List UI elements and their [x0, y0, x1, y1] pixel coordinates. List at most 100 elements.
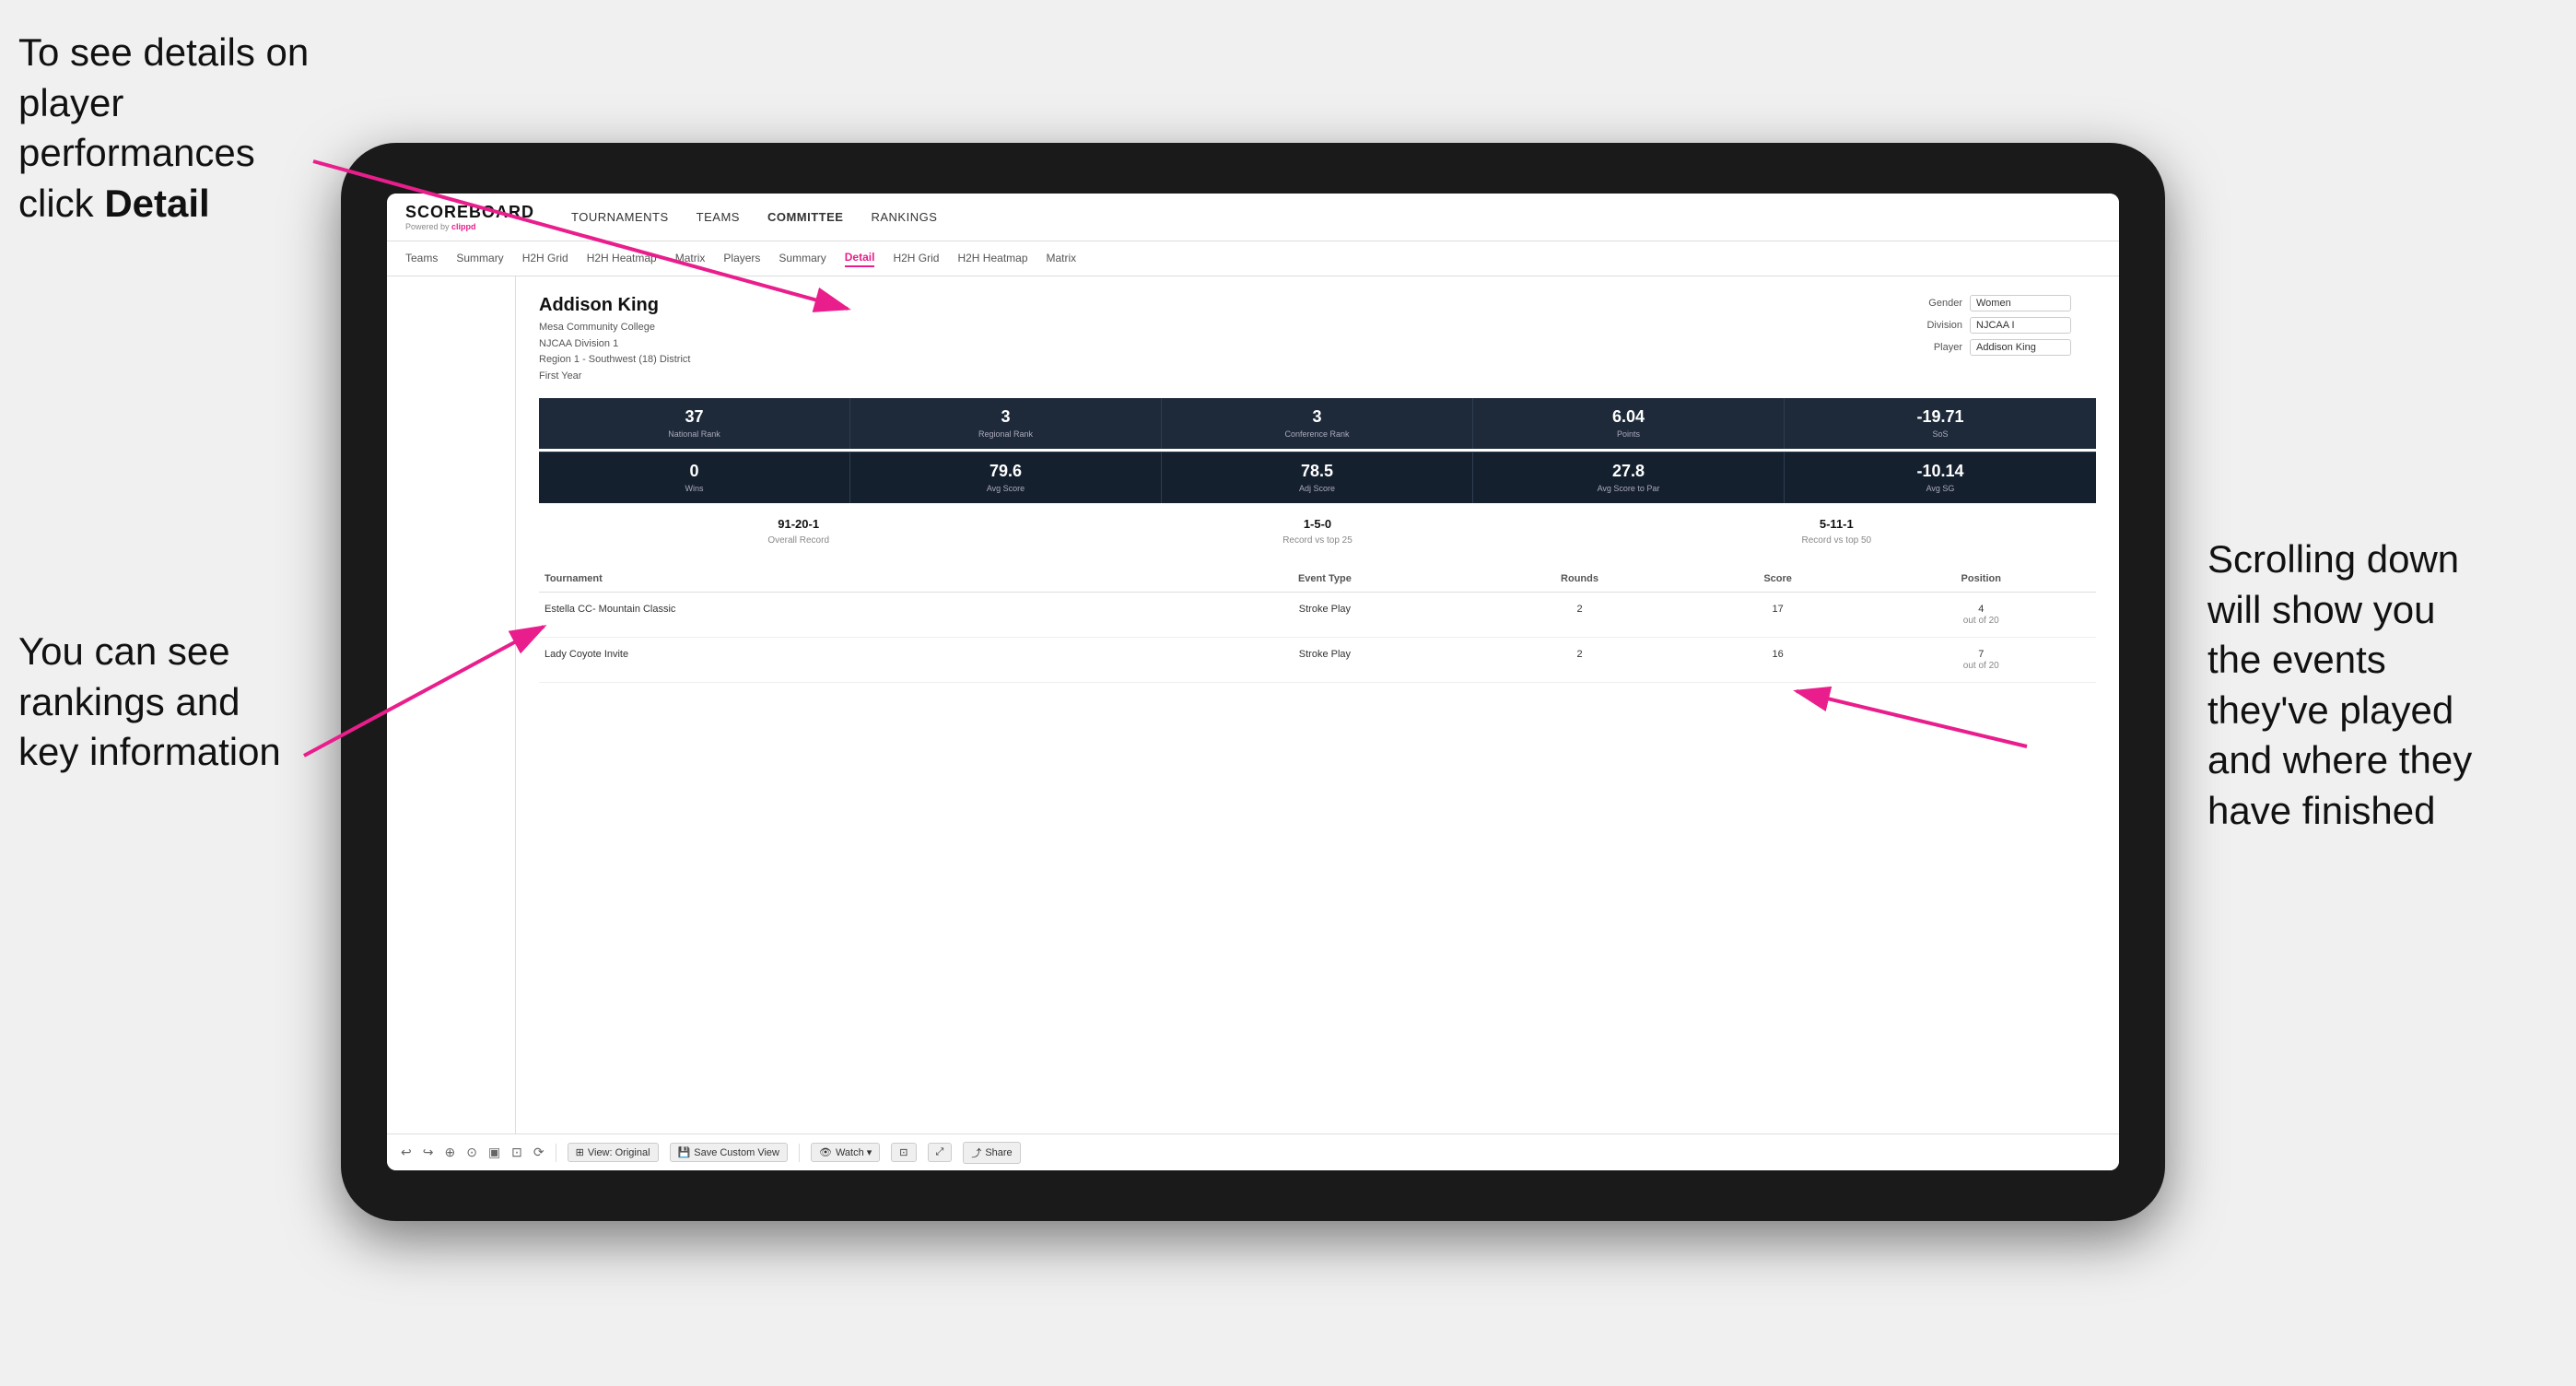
player-header: Addison King Mesa Community College NJCA…	[539, 295, 2096, 384]
annotation-right: Scrolling down will show you the events …	[2207, 534, 2558, 837]
expand-button[interactable]: ⤢	[928, 1143, 953, 1162]
tablet-device: SCOREBOARD Powered by clippd TOURNAMENTS…	[341, 143, 2165, 1221]
division-control: Division NJCAA I NJCAA II	[1912, 317, 2096, 334]
main-nav: TOURNAMENTS TEAMS COMMITTEE RANKINGS	[571, 210, 937, 224]
player-name: Addison King	[539, 295, 690, 316]
player-region: Region 1 - Southwest (18) District	[539, 352, 690, 369]
division-select[interactable]: NJCAA I NJCAA II	[1970, 317, 2071, 334]
layout-icon[interactable]: ⊡	[511, 1145, 522, 1160]
records-row: 91-20-1 Overall Record 1-5-0 Record vs t…	[539, 517, 2096, 547]
annotation-bottom-left: You can see rankings and key information	[18, 627, 332, 778]
stat-value-avg-par: 27.8	[1478, 462, 1779, 481]
stat-label-national: National Rank	[544, 429, 845, 440]
nav-rankings[interactable]: RANKINGS	[871, 210, 937, 224]
stat-value-national: 37	[544, 407, 845, 427]
subnav-h2h-heatmap[interactable]: H2H Heatmap	[587, 252, 657, 266]
stat-value-sos: -19.71	[1789, 407, 2091, 427]
player-division: NJCAA Division 1	[539, 336, 690, 353]
stat-label-sos: SoS	[1789, 429, 2091, 440]
nav-committee[interactable]: COMMITTEE	[767, 210, 844, 224]
screen-button[interactable]: ⊡	[891, 1143, 916, 1162]
position-1: 4 out of 20	[1867, 592, 2097, 637]
score-2: 16	[1690, 637, 1867, 682]
event-type-2: Stroke Play	[1180, 637, 1470, 682]
record-top50-value: 5-11-1	[1577, 517, 2096, 531]
subnav-detail[interactable]: Detail	[845, 251, 875, 267]
tournament-table: Tournament Event Type Rounds Score Posit…	[539, 566, 2096, 683]
player-controls: Gender Women Men Division NJCAA I NJCAA …	[1912, 295, 2096, 356]
col-position: Position	[1867, 566, 2097, 593]
main-panel: Addison King Mesa Community College NJCA…	[516, 276, 2119, 1133]
col-score: Score	[1690, 566, 1867, 593]
col-rounds: Rounds	[1469, 566, 1689, 593]
redo-icon[interactable]: ↪	[423, 1145, 434, 1160]
share-button[interactable]: ⤴ Share	[963, 1142, 1020, 1164]
stat-value-conference: 3	[1166, 407, 1468, 427]
undo-icon[interactable]: ↩	[401, 1145, 412, 1160]
left-sidebar	[387, 276, 516, 1133]
stat-label-avg-score: Avg Score	[855, 484, 1156, 494]
position-2: 7 out of 20	[1867, 637, 2097, 682]
content-area: Addison King Mesa Community College NJCA…	[387, 276, 2119, 1133]
subnav-summary2[interactable]: Summary	[779, 252, 825, 266]
player-info: Addison King Mesa Community College NJCA…	[539, 295, 690, 384]
gender-select[interactable]: Women Men	[1970, 295, 2071, 311]
logo-area: SCOREBOARD Powered by clippd	[405, 203, 534, 231]
subnav-h2h-grid[interactable]: H2H Grid	[522, 252, 568, 266]
record-top25-label: Record vs top 25	[1282, 535, 1352, 546]
top-navigation: SCOREBOARD Powered by clippd TOURNAMENTS…	[387, 194, 2119, 241]
table-row: Estella CC- Mountain Classic Stroke Play…	[539, 592, 2096, 637]
stat-regional-rank: 3 Regional Rank	[850, 398, 1162, 449]
stat-label-wins: Wins	[544, 484, 845, 494]
stat-sos: -19.71 SoS	[1785, 398, 2096, 449]
logo-clippd: clippd	[451, 222, 476, 231]
view-icon: ⊞	[576, 1146, 584, 1158]
stat-conference-rank: 3 Conference Rank	[1162, 398, 1473, 449]
clock-icon[interactable]: ⟳	[533, 1145, 544, 1160]
grid-icon[interactable]: ▣	[488, 1145, 500, 1160]
logo-title: SCOREBOARD	[405, 203, 534, 222]
stat-label-avg-par: Avg Score to Par	[1478, 484, 1779, 494]
event-type-1: Stroke Play	[1180, 592, 1470, 637]
watch-icon: 👁	[819, 1146, 832, 1158]
nav-tournaments[interactable]: TOURNAMENTS	[571, 210, 669, 224]
col-event-type: Event Type	[1180, 566, 1470, 593]
record-overall-label: Overall Record	[767, 535, 829, 546]
subnav-teams[interactable]: Teams	[405, 252, 438, 266]
record-top25: 1-5-0 Record vs top 25	[1058, 517, 1576, 547]
score-1: 17	[1690, 592, 1867, 637]
record-overall-value: 91-20-1	[539, 517, 1058, 531]
stat-label-avg-sg: Avg SG	[1789, 484, 2091, 494]
stat-points: 6.04 Points	[1473, 398, 1785, 449]
view-original-button[interactable]: ⊞ View: Original	[568, 1143, 659, 1162]
table-row: Lady Coyote Invite Stroke Play 2 16 7 ou…	[539, 637, 2096, 682]
save-custom-view-button[interactable]: 💾 Save Custom View	[670, 1143, 788, 1162]
nav-teams[interactable]: TEAMS	[697, 210, 740, 224]
record-top25-value: 1-5-0	[1058, 517, 1576, 531]
player-select[interactable]: Addison King	[1970, 339, 2071, 356]
record-top50-label: Record vs top 50	[1802, 535, 1872, 546]
col-tournament: Tournament	[539, 566, 1180, 593]
share-icon: ⤴	[971, 1145, 981, 1160]
subnav-matrix[interactable]: Matrix	[675, 252, 706, 266]
subnav-h2h-grid2[interactable]: H2H Grid	[893, 252, 939, 266]
gender-control: Gender Women Men	[1912, 295, 2096, 311]
watch-button[interactable]: 👁 Watch ▾	[811, 1143, 880, 1162]
stat-national-rank: 37 National Rank	[539, 398, 850, 449]
refresh-icon[interactable]: ⊕	[444, 1145, 455, 1160]
zoom-icon[interactable]: ⊙	[466, 1145, 477, 1160]
bottom-toolbar: ↩ ↪ ⊕ ⊙ ▣ ⊡ ⟳ ⊞ View: Original 💾 Save Cu…	[387, 1133, 2119, 1170]
record-overall: 91-20-1 Overall Record	[539, 517, 1058, 547]
subnav-summary[interactable]: Summary	[456, 252, 503, 266]
tablet-screen: SCOREBOARD Powered by clippd TOURNAMENTS…	[387, 194, 2119, 1170]
stats-row-2: 0 Wins 79.6 Avg Score 78.5 Adj Score 27.…	[539, 452, 2096, 503]
subnav-matrix2[interactable]: Matrix	[1047, 252, 1077, 266]
subnav-h2h-heatmap2[interactable]: H2H Heatmap	[957, 252, 1027, 266]
stat-value-avg-sg: -10.14	[1789, 462, 2091, 481]
stat-value-regional: 3	[855, 407, 1156, 427]
subnav-players[interactable]: Players	[723, 252, 760, 266]
stat-adj-score: 78.5 Adj Score	[1162, 452, 1473, 503]
stat-avg-score: 79.6 Avg Score	[850, 452, 1162, 503]
stats-row-1: 37 National Rank 3 Regional Rank 3 Confe…	[539, 398, 2096, 449]
save-icon: 💾	[678, 1146, 691, 1158]
